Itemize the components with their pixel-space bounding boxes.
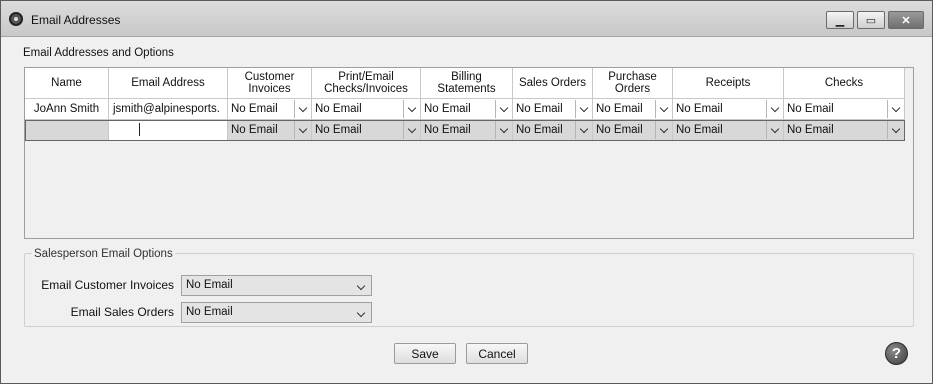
header-email-address[interactable]: Email Address xyxy=(109,68,228,99)
chevron-down-icon[interactable] xyxy=(575,121,591,139)
section-label: Email Addresses and Options xyxy=(23,47,174,59)
save-button[interactable]: Save xyxy=(394,343,456,364)
header-print-email-checks[interactable]: Print/Email Checks/Invoices xyxy=(312,68,421,99)
chevron-down-icon[interactable] xyxy=(655,100,671,118)
chevron-down-icon[interactable] xyxy=(887,100,903,118)
chevron-down-icon[interactable] xyxy=(495,121,511,139)
chevron-down-icon[interactable] xyxy=(655,121,671,139)
row-2-purchase-orders-select[interactable]: No Email xyxy=(593,120,673,141)
table-row-1-email[interactable]: jsmith@alpinesports. xyxy=(109,99,228,120)
table-row-2-name[interactable] xyxy=(25,120,109,141)
table-row-1-name[interactable]: JoAnn Smith xyxy=(25,99,109,120)
row-1-print-email-select[interactable]: No Email xyxy=(312,99,421,120)
row-1-customer-invoices-select[interactable]: No Email xyxy=(228,99,312,120)
header-receipts[interactable]: Receipts xyxy=(673,68,784,99)
window-title: Email Addresses xyxy=(31,13,121,27)
maximize-button[interactable]: ▭ xyxy=(857,11,885,29)
row-1-purchase-orders-select[interactable]: No Email xyxy=(593,99,673,120)
row-2-sales-orders-select[interactable]: No Email xyxy=(513,120,593,141)
app-icon xyxy=(9,12,23,26)
group-title: Salesperson Email Options xyxy=(32,248,175,260)
email-customer-invoices-select[interactable]: No Email xyxy=(181,275,372,296)
chevron-down-icon[interactable] xyxy=(294,121,310,139)
chevron-down-icon[interactable] xyxy=(766,121,782,139)
row-2-print-email-select[interactable]: No Email xyxy=(312,120,421,141)
chevron-down-icon[interactable] xyxy=(887,121,903,139)
minimize-button[interactable]: ▁ xyxy=(826,11,854,29)
row-2-customer-invoices-select[interactable]: No Email xyxy=(228,120,312,141)
table-row-2-email-input[interactable] xyxy=(109,120,228,141)
row-1-receipts-select[interactable]: No Email xyxy=(673,99,784,120)
row-2-checks-select[interactable]: No Email xyxy=(784,120,905,141)
row-1-billing-select[interactable]: No Email xyxy=(421,99,513,120)
header-name[interactable]: Name xyxy=(25,68,109,99)
chevron-down-icon[interactable] xyxy=(575,100,591,118)
header-checks[interactable]: Checks xyxy=(784,68,905,99)
chevron-down-icon[interactable] xyxy=(403,121,419,139)
text-caret xyxy=(139,123,140,136)
chevron-down-icon[interactable] xyxy=(495,100,511,118)
title-bar: Email Addresses ▁ ▭ ✕ xyxy=(1,1,932,37)
chevron-down-icon[interactable] xyxy=(356,308,366,318)
row-2-billing-select[interactable]: No Email xyxy=(421,120,513,141)
header-customer-invoices[interactable]: Customer Invoices xyxy=(228,68,312,99)
chevron-down-icon[interactable] xyxy=(403,100,419,118)
row-2-receipts-select[interactable]: No Email xyxy=(673,120,784,141)
close-button[interactable]: ✕ xyxy=(888,11,924,29)
email-customer-invoices-label: Email Customer Invoices xyxy=(41,278,174,292)
email-sales-orders-label: Email Sales Orders xyxy=(70,305,174,319)
row-1-sales-orders-select[interactable]: No Email xyxy=(513,99,593,120)
chevron-down-icon[interactable] xyxy=(356,281,366,291)
row-1-checks-select[interactable]: No Email xyxy=(784,99,905,120)
header-purchase-orders[interactable]: Purchase Orders xyxy=(593,68,673,99)
cancel-button[interactable]: Cancel xyxy=(466,343,528,364)
header-sales-orders[interactable]: Sales Orders xyxy=(513,68,593,99)
chevron-down-icon[interactable] xyxy=(766,100,782,118)
help-icon[interactable]: ? xyxy=(885,342,908,365)
email-addresses-window: Email Addresses ▁ ▭ ✕ Email Addresses an… xyxy=(0,0,933,384)
header-billing-statements[interactable]: Billing Statements xyxy=(421,68,513,99)
chevron-down-icon[interactable] xyxy=(294,100,310,118)
email-grid: Name Email Address Customer Invoices Prin… xyxy=(24,67,914,239)
email-sales-orders-select[interactable]: No Email xyxy=(181,302,372,323)
